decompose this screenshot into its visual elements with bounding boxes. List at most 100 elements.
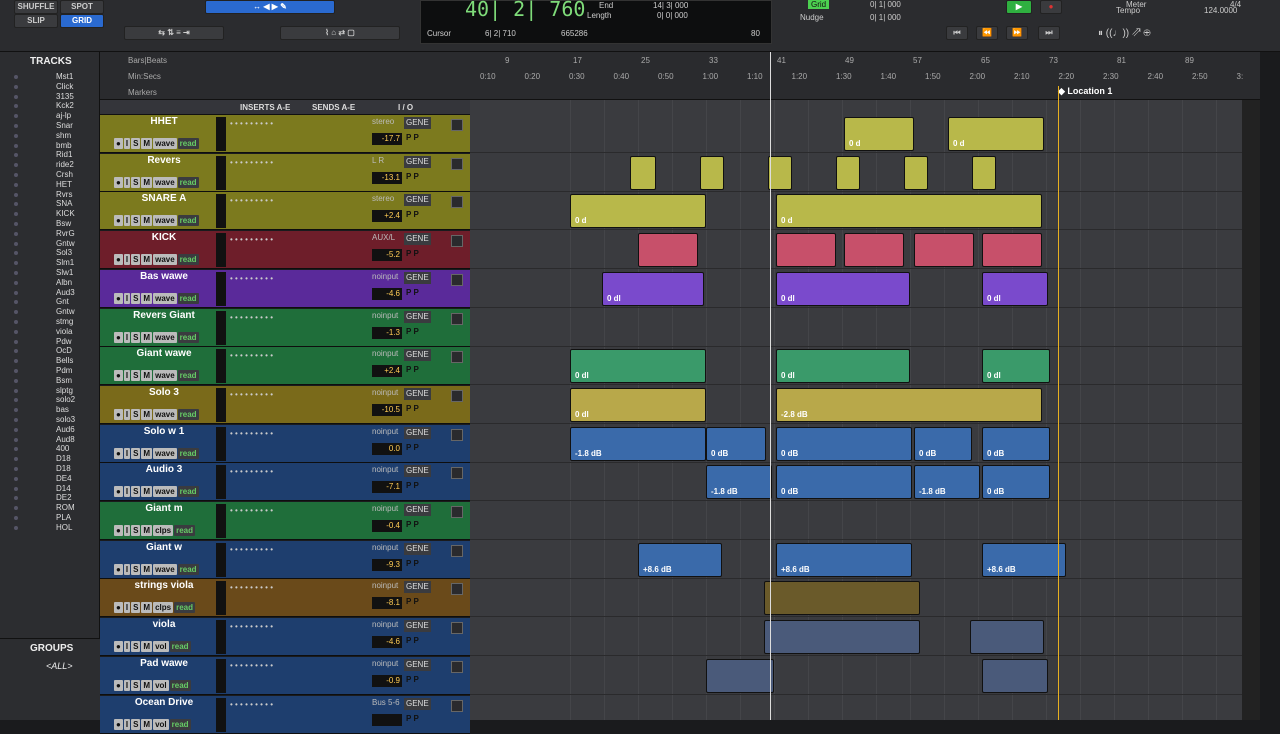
- volume-value[interactable]: -1.3: [372, 326, 402, 339]
- tracklist-item[interactable]: Rid1: [56, 150, 72, 160]
- solo-button[interactable]: S: [131, 254, 141, 266]
- view-selector[interactable]: wave: [153, 215, 177, 227]
- mute-button[interactable]: M: [141, 138, 153, 149]
- track-header-row[interactable]: viola ● I S Mvol read • • • • • • • • • noin…: [100, 618, 470, 657]
- track-name[interactable]: KICK: [114, 232, 214, 243]
- track-visibility-icon[interactable]: [14, 378, 18, 383]
- view-selector[interactable]: wave: [153, 486, 177, 498]
- view-selector[interactable]: clps: [153, 525, 174, 536]
- audio-clip[interactable]: 0 d: [776, 194, 1042, 229]
- track-options-icon[interactable]: [451, 235, 463, 248]
- track-options-icon[interactable]: [451, 196, 463, 209]
- tracklist-item[interactable]: Crsh: [56, 170, 73, 180]
- output-selector[interactable]: GENE: [404, 194, 431, 207]
- track-name[interactable]: strings viola: [114, 580, 214, 591]
- track-visibility-icon[interactable]: [14, 163, 18, 168]
- tracklist-item[interactable]: D18: [56, 464, 71, 474]
- track-visibility-icon[interactable]: [14, 310, 18, 315]
- inserts-slots[interactable]: • • • • • • • • •: [230, 158, 298, 188]
- tracklist-item[interactable]: Aud3: [56, 288, 75, 298]
- forward-button[interactable]: ⏩: [1006, 26, 1028, 40]
- track-options-icon[interactable]: [451, 506, 463, 518]
- pan-indicator[interactable]: P P: [406, 327, 419, 336]
- audio-clip[interactable]: 0 d: [570, 194, 706, 229]
- automation-mode[interactable]: read: [177, 447, 199, 459]
- track-name[interactable]: SNARE A: [114, 193, 214, 204]
- mute-button[interactable]: M: [141, 563, 153, 575]
- track-header-row[interactable]: Giant wawe ● I S Mwave read • • • • • • • • …: [100, 347, 470, 386]
- output-selector[interactable]: GENE: [404, 233, 431, 246]
- tracklist-item[interactable]: PLA: [56, 513, 71, 523]
- mute-button[interactable]: M: [141, 447, 153, 459]
- track-header-row[interactable]: KICK ● I S Mwave read • • • • • • • • • AUX/…: [100, 231, 470, 270]
- pan-indicator[interactable]: P P: [406, 636, 419, 645]
- audio-clip[interactable]: -2.8 dB: [776, 387, 1042, 422]
- tracklist-item[interactable]: slptg: [56, 386, 73, 396]
- track-visibility-icon[interactable]: [14, 241, 18, 246]
- track-header-row[interactable]: Solo 3 ● I S Mwave read • • • • • • • • • no…: [100, 385, 470, 424]
- output-selector[interactable]: GENE: [404, 504, 431, 516]
- track-header-row[interactable]: Giant w ● I S Mwave read • • • • • • • • • n…: [100, 540, 470, 579]
- output-selector[interactable]: GENE: [404, 658, 431, 671]
- back-button[interactable]: ⏪: [976, 26, 998, 40]
- audio-clip[interactable]: +8.6 dB: [638, 542, 722, 577]
- view-selector[interactable]: wave: [153, 408, 177, 420]
- track-name[interactable]: Pad wawe: [114, 658, 214, 669]
- mute-button[interactable]: M: [141, 331, 153, 343]
- play-button[interactable]: ▶: [1006, 0, 1032, 14]
- tracklist-item[interactable]: ride2: [56, 160, 74, 170]
- pan-indicator[interactable]: P P: [406, 597, 419, 606]
- output-selector[interactable]: GENE: [404, 620, 431, 633]
- inserts-slots[interactable]: • • • • • • • • •: [230, 622, 298, 652]
- pan-indicator[interactable]: P P: [406, 675, 419, 684]
- track-visibility-icon[interactable]: [14, 476, 18, 481]
- edit-window-timeline[interactable]: 0 d 0 d 0 d 0 d 0 dl 0 dl 0 dl 0 dl 0 dl 0 dl 0 dl…: [470, 100, 1242, 720]
- inserts-slots[interactable]: • • • • • • • • •: [230, 196, 298, 226]
- track-visibility-icon[interactable]: [14, 114, 18, 119]
- main-counter[interactable]: 40| 2| 760 End Length 14| 3| 000 0| 0| 0…: [420, 0, 772, 44]
- solo-button[interactable]: S: [131, 525, 141, 536]
- tracklist-item[interactable]: KICK: [56, 209, 75, 219]
- solo-button[interactable]: S: [131, 486, 141, 498]
- inserts-slots[interactable]: • • • • • • • • •: [230, 274, 298, 304]
- inserts-slots[interactable]: • • • • • • • • •: [230, 700, 298, 730]
- rec-enable-button[interactable]: ●: [114, 525, 123, 536]
- tracklist-item[interactable]: HOL: [56, 523, 72, 533]
- track-visibility-icon[interactable]: [14, 398, 18, 403]
- automation-mode[interactable]: read: [169, 718, 191, 730]
- view-selector[interactable]: wave: [153, 563, 177, 575]
- input-monitor-button[interactable]: I: [123, 641, 131, 653]
- mute-button[interactable]: M: [141, 408, 153, 420]
- track-name[interactable]: Revers: [114, 155, 214, 166]
- tracklist-item[interactable]: Gntw: [56, 307, 75, 317]
- inserts-slots[interactable]: • • • • • • • • •: [230, 583, 298, 613]
- shuffle-mode-button[interactable]: SHUFFLE: [14, 0, 58, 14]
- track-visibility-icon[interactable]: [14, 447, 18, 452]
- track-options-icon[interactable]: [451, 622, 463, 635]
- output-selector[interactable]: GENE: [404, 581, 431, 594]
- input-monitor-button[interactable]: I: [123, 254, 131, 266]
- track-options-icon[interactable]: [451, 660, 463, 673]
- automation-mode[interactable]: read: [174, 602, 196, 614]
- track-visibility-icon[interactable]: [14, 84, 18, 89]
- tracklist-item[interactable]: aj-lp: [56, 111, 71, 121]
- tracklist-item[interactable]: Rvrs: [56, 190, 72, 200]
- tracklist-item[interactable]: Aud8: [56, 435, 75, 445]
- track-name[interactable]: Ocean Drive: [114, 697, 214, 708]
- audio-clip[interactable]: [700, 155, 724, 190]
- inserts-slots[interactable]: • • • • • • • • •: [230, 429, 298, 459]
- track-visibility-icon[interactable]: [14, 300, 18, 305]
- solo-button[interactable]: S: [131, 215, 141, 227]
- tracklist-item[interactable]: Kck2: [56, 101, 74, 111]
- tracklist-item[interactable]: bas: [56, 405, 69, 415]
- output-selector[interactable]: GENE: [404, 426, 431, 439]
- automation-mode[interactable]: read: [177, 408, 199, 420]
- volume-value[interactable]: -10.5: [372, 403, 402, 416]
- track-visibility-icon[interactable]: [14, 124, 18, 128]
- input-monitor-button[interactable]: I: [123, 408, 131, 420]
- track-name[interactable]: Giant m: [114, 503, 214, 514]
- audio-clip[interactable]: +8.6 dB: [776, 542, 912, 577]
- track-options-icon[interactable]: [451, 583, 463, 596]
- audio-clip[interactable]: [982, 658, 1048, 693]
- track-name[interactable]: Solo w 1: [114, 426, 214, 437]
